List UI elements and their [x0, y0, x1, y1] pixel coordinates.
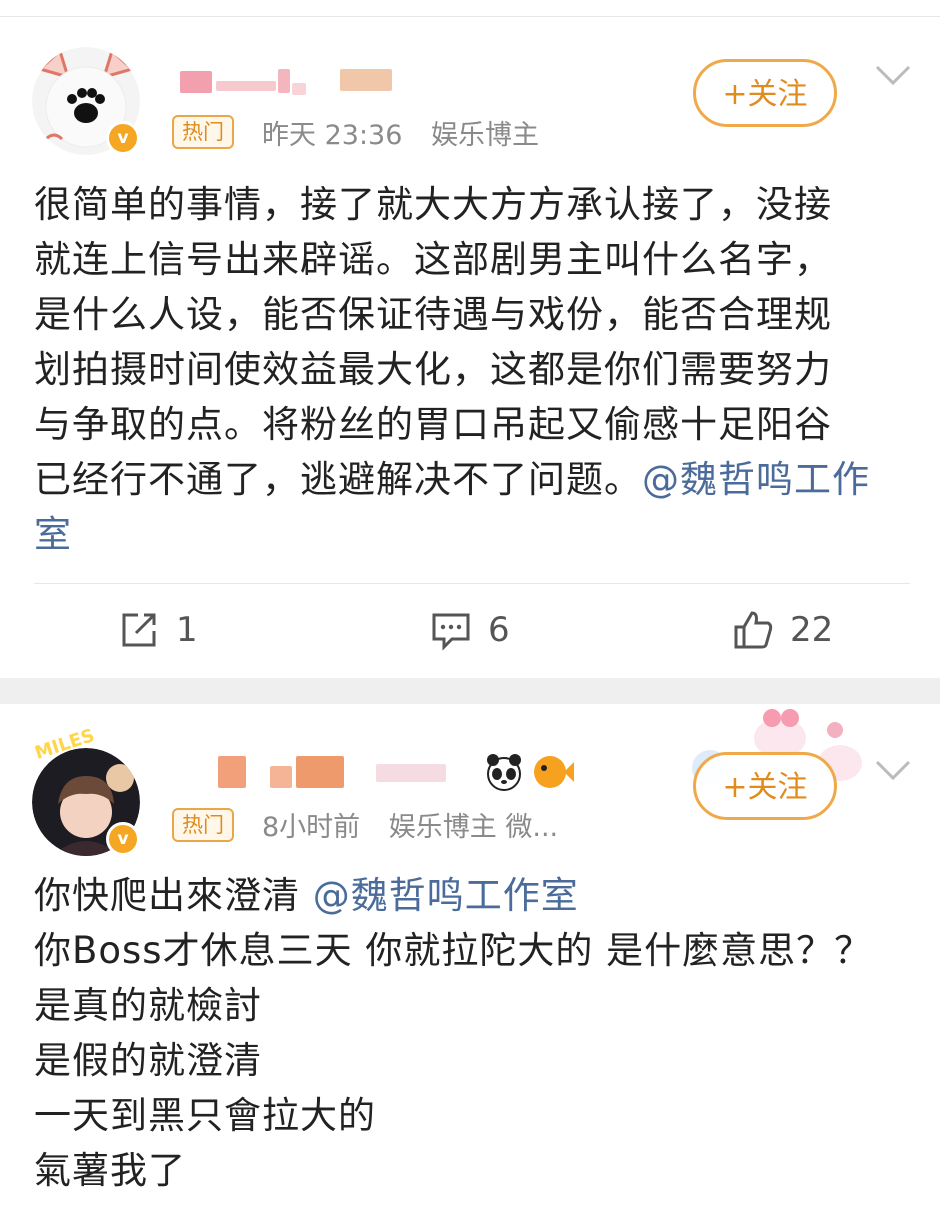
like-icon: [734, 611, 773, 649]
content-line: 是什么人设，能否保证待遇与戏份，能否合理规: [34, 293, 832, 336]
fish-emoji-icon: [534, 756, 574, 788]
weibo-post-1: v 热门 昨天 23:36 娱乐博主 +关注 很简单的事情，接了就大大方方承认接…: [0, 17, 940, 678]
author-category: 娱乐博主: [431, 120, 539, 151]
repost-icon: [122, 613, 156, 647]
content-line: 已经行不通了，逃避解决不了问题。: [34, 458, 642, 501]
mention-link[interactable]: @魏哲鸣工作: [642, 458, 870, 501]
post-meta: 8小时前 娱乐博主 微...: [262, 805, 602, 844]
content-line: 你Boss才休息三天 你就拉陀大的 是什麼意思？？: [34, 929, 873, 972]
content-line: 你快爬出來澄清: [34, 874, 313, 917]
content-line: 很简单的事情，接了就大大方方承认接了，没接: [34, 183, 832, 226]
weibo-post-2: MILES v 热门 8小时前 娱乐博主 微... +关注 你快爬出來澄清 @魏…: [0, 704, 940, 1209]
verified-badge: v: [106, 822, 140, 856]
content-line: 划拍摄时间使效益最大化，这都是你们需要努力: [34, 348, 832, 391]
content-line: 是真的就檢討: [34, 984, 262, 1027]
post-content: 你快爬出來澄清 @魏哲鸣工作室 你Boss才休息三天 你就拉陀大的 是什麼意思？…: [34, 868, 914, 1198]
verified-badge: v: [106, 121, 140, 155]
content-line: 是假的就澄清: [34, 1039, 262, 1082]
like-count: 22: [790, 610, 834, 650]
author-category: 娱乐博主 微...: [388, 812, 559, 843]
top-edge: [0, 0, 940, 17]
post-time: 昨天 23:36: [262, 120, 403, 151]
repost-count: 1: [176, 610, 198, 650]
post-content: 很简单的事情，接了就大大方方承认接了，没接 就连上信号出来辟谣。这部剧男主叫什么…: [34, 177, 914, 562]
hot-tag: 热门: [172, 808, 234, 842]
follow-button[interactable]: +关注: [693, 752, 837, 820]
content-line: 一天到黑只會拉大的: [34, 1094, 376, 1137]
chevron-down-icon[interactable]: [873, 59, 913, 89]
comment-icon: [432, 613, 470, 651]
author-name-blurred[interactable]: [180, 756, 480, 788]
follow-button[interactable]: +关注: [693, 59, 837, 127]
repost-button[interactable]: 1: [118, 607, 198, 653]
comment-count: 6: [488, 610, 510, 650]
panda-emoji-icon: [487, 754, 521, 791]
chevron-down-icon[interactable]: [873, 754, 913, 784]
mention-link-tail[interactable]: 室: [34, 507, 914, 562]
like-button[interactable]: 22: [732, 607, 833, 653]
content-line: 与争取的点。将粉丝的胃口吊起又偷感十足阳谷: [34, 403, 832, 446]
hot-tag: 热门: [172, 115, 234, 149]
divider: [34, 583, 910, 584]
comment-button[interactable]: 6: [430, 607, 510, 653]
mention-link[interactable]: @魏哲鸣工作室: [313, 874, 579, 917]
author-name-blurred[interactable]: [180, 67, 410, 97]
post-time: 8小时前: [262, 812, 361, 843]
post-meta: 昨天 23:36 娱乐博主: [262, 113, 559, 152]
post-separator: [0, 678, 940, 704]
content-line: 氣薯我了: [34, 1149, 186, 1192]
content-line: 就连上信号出来辟谣。这部剧男主叫什么名字，: [34, 238, 832, 281]
